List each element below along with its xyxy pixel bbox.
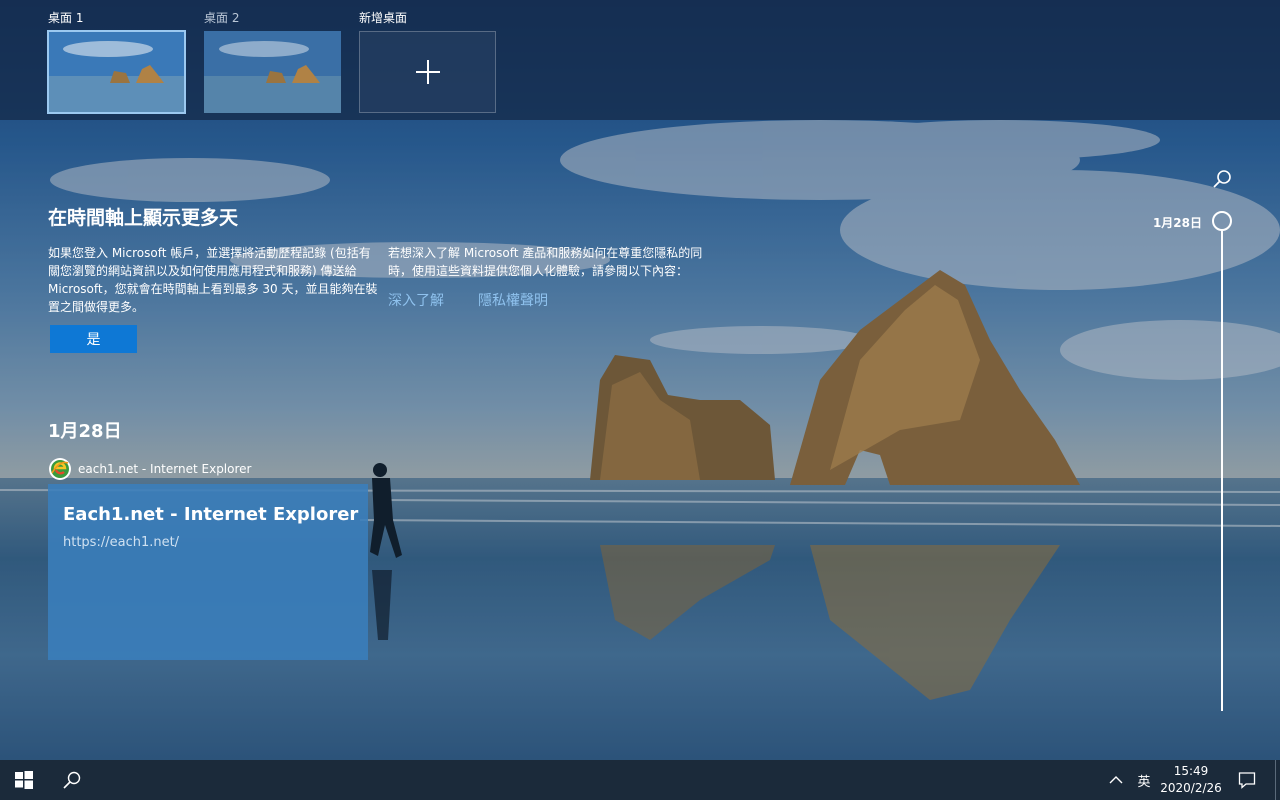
timeline-scrubber-date: 1月28日	[1152, 216, 1202, 230]
activity-app-name: each1.net - Internet Explorer	[78, 462, 252, 476]
timeline-dim-overlay	[0, 0, 1280, 800]
show-desktop-button[interactable]	[1275, 760, 1276, 800]
virtual-desktops-bar: 桌面 1 桌面 2 新增桌面	[0, 0, 1280, 120]
search-icon	[63, 771, 81, 789]
activity-date-heading: 1月28日	[48, 421, 122, 442]
timeline-prompt-description: 如果您登入 Microsoft 帳戶，並選擇將活動歷程記錄 (包括有關您瀏覽的網…	[48, 246, 378, 314]
action-center-button[interactable]	[1230, 760, 1264, 800]
desktop-2-label: 桌面 2	[204, 11, 240, 25]
activity-card-url: https://each1.net/	[63, 535, 180, 550]
plus-icon	[415, 60, 440, 84]
desktop-1-label: 桌面 1	[48, 11, 84, 25]
timeline-scrubber-handle[interactable]	[1212, 211, 1232, 231]
desktop-2-thumbnail[interactable]	[204, 31, 341, 113]
learn-more-link[interactable]: 深入了解	[388, 290, 444, 310]
activity-card-title: Each1.net - Internet Explorer	[63, 504, 359, 525]
yes-button[interactable]: 是	[50, 325, 137, 353]
search-icon	[1213, 170, 1231, 188]
wallpaper	[0, 0, 1280, 800]
desktop-2-preview	[204, 31, 341, 113]
timeline-prompt-heading: 在時間軸上顯示更多天	[48, 207, 239, 229]
timeline-scrubber-track[interactable]	[1221, 231, 1223, 711]
clock-time: 15:49	[1173, 764, 1209, 778]
show-hidden-icons-button[interactable]	[1104, 760, 1128, 800]
windows-logo-icon	[15, 771, 33, 789]
start-button[interactable]	[0, 760, 48, 800]
desktop-1-preview	[48, 31, 185, 113]
privacy-statement-link[interactable]: 隱私權聲明	[478, 290, 548, 310]
action-center-icon	[1238, 772, 1256, 789]
taskbar-search-button[interactable]	[48, 760, 96, 800]
new-desktop-label: 新增桌面	[359, 11, 408, 25]
desktop-1-thumbnail[interactable]	[47, 30, 186, 114]
privacy-description: 若想深入了解 Microsoft 產品和服務如何在尊重您隱私的同時，使用這些資料…	[388, 246, 703, 278]
input-method-indicator[interactable]: 英	[1132, 760, 1156, 800]
taskbar: 英 15:49 2020/2/26	[0, 760, 1280, 800]
taskbar-clock[interactable]: 15:49 2020/2/26	[1158, 763, 1224, 797]
chevron-up-icon	[1109, 776, 1123, 784]
activity-card[interactable]: Each1.net - Internet Explorer https://ea…	[48, 484, 368, 660]
timeline-search-button[interactable]	[1208, 165, 1236, 193]
new-desktop-button[interactable]	[359, 31, 496, 113]
clock-date: 2020/2/26	[1160, 781, 1222, 795]
internet-explorer-icon	[49, 458, 71, 480]
activity-app-header: each1.net - Internet Explorer	[48, 457, 251, 481]
